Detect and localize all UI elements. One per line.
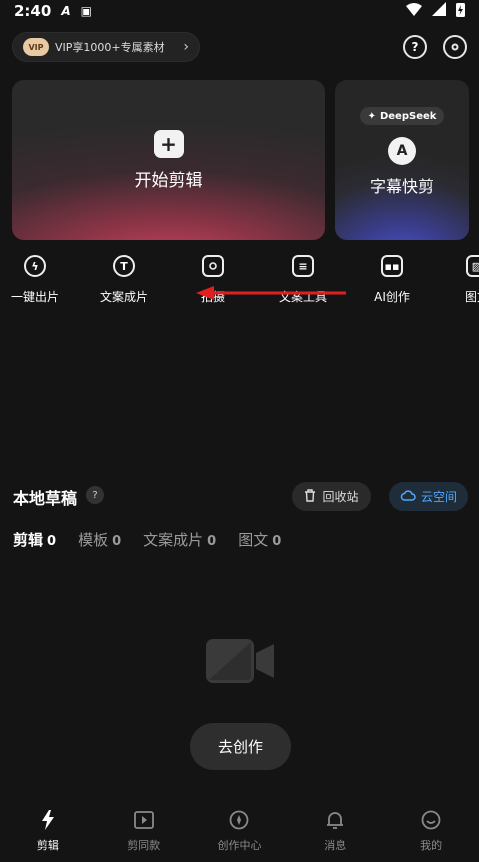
draft-tabs: 剪辑 0 模板 0 文案成片 0 图文 0 [13,529,281,550]
signal-icon [432,2,446,20]
tab-count: 0 [272,534,282,549]
play-frame-icon [133,808,154,832]
recycle-bin-label: 回收站 [322,490,359,504]
plus-icon: + [153,129,184,158]
tab-label: 文案成片 [143,531,204,549]
tab-label: 模板 [78,531,109,549]
status-time: 2:40 [14,2,52,20]
tab-count: 0 [207,534,217,549]
robot-icon: ▪▪ [381,255,403,277]
a-square-icon: ▣ [80,4,92,18]
tab-script-video[interactable]: 文案成片 0 [143,529,216,550]
tool-label: 文案成片 [99,290,148,304]
tab-label: 剪辑 [13,531,44,549]
cloud-space-button[interactable]: 云空间 [389,482,468,511]
drafts-help-icon[interactable]: ? [86,486,104,504]
subtitle-cut-label: 字幕快剪 [369,177,434,196]
text-ai-icon: T [113,255,135,277]
tab-count: 0 [112,534,122,549]
help-icon[interactable]: ? [403,35,427,59]
start-edit-card[interactable]: + 开始剪辑 [12,80,325,240]
empty-video-camera-icon [206,639,274,683]
settings-icon[interactable] [443,35,467,59]
cut-lightning-icon [40,808,56,832]
annotation-arrow-icon [196,286,346,300]
smile-icon [421,808,441,832]
tab-edit[interactable]: 剪辑 0 [13,529,56,550]
a-stylized-icon: 𝘼 [61,4,71,18]
subtitle-cut-card[interactable]: ✦ DeepSeek A 字幕快剪 [335,80,469,240]
lightning-circle-icon: ϟ [24,255,46,277]
start-edit-label: 开始剪辑 [134,170,203,191]
camera-icon [202,255,224,277]
cloud-icon [400,489,416,504]
tab-count: 0 [47,534,57,549]
bottom-nav: 剪辑 剪同款 创作中心 消息 我的 [0,808,479,862]
deepseek-badge: ✦ DeepSeek [359,107,445,125]
cloud-space-label: 云空间 [420,490,457,504]
tool-label: 一键出片 [10,290,59,304]
tool-label: 图文 [464,290,479,304]
nav-messages[interactable]: 消息 [287,808,383,862]
deepseek-label: DeepSeek [379,110,437,122]
chevron-right-icon: › [183,39,189,55]
nav-label: 消息 [324,839,347,852]
tool-script-video[interactable]: T 文案成片 [79,255,169,305]
tool-label: AI创作 [374,290,410,304]
vip-label: VIP享1000+专属素材 [55,41,165,54]
tab-template[interactable]: 模板 0 [78,529,121,550]
document-sparkle-icon: ≡ [292,255,314,277]
sparkle-icon: ✦ [367,110,376,122]
compass-icon [229,808,249,832]
vip-banner[interactable]: VIP VIP享1000+专属素材 › [12,32,200,62]
nav-template[interactable]: 剪同款 [96,808,192,862]
nav-label: 创作中心 [217,839,262,852]
nav-profile[interactable]: 我的 [383,808,479,862]
wifi-icon [406,2,422,20]
trash-icon [304,488,316,505]
drafts-title: 本地草稿 [13,489,78,508]
nav-label: 剪同款 [127,839,161,852]
bell-icon [326,808,344,832]
a-circle-icon: A [388,137,416,165]
status-bar: 2:40 𝘼 ▣ [0,0,479,22]
nav-edit[interactable]: 剪辑 [0,808,96,862]
nav-label: 我的 [420,839,443,852]
nav-label: 剪辑 [36,839,59,852]
go-create-button[interactable]: 去创作 [190,723,291,770]
nav-creator-center[interactable]: 创作中心 [192,808,288,862]
image-text-icon: ▨ [466,255,479,277]
tool-ai-create[interactable]: ▪▪ AI创作 [347,255,437,305]
tool-one-click[interactable]: ϟ 一键出片 [0,255,80,305]
battery-charging-icon [456,2,465,21]
tab-image-text[interactable]: 图文 0 [238,529,281,550]
recycle-bin-button[interactable]: 回收站 [292,482,371,511]
vip-badge: VIP [23,38,49,56]
tool-image-text[interactable]: ▨ 图文 [432,255,479,305]
tab-label: 图文 [238,531,269,549]
